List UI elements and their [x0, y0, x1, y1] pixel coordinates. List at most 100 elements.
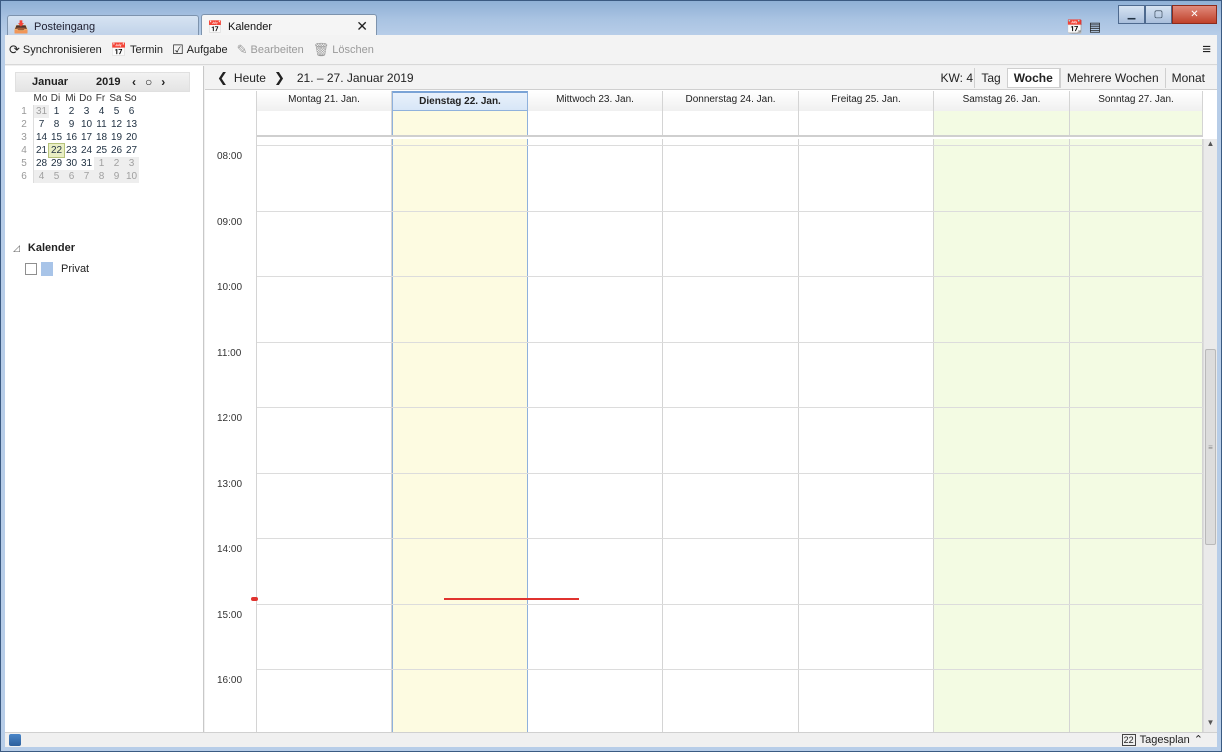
maximize-button[interactable]: ▢ — [1145, 5, 1172, 24]
today-circle-icon[interactable]: ○ — [145, 75, 152, 89]
mini-calendar-day[interactable]: 31 — [34, 105, 49, 118]
mini-calendar-day[interactable]: 16 — [64, 131, 79, 144]
day-header[interactable]: Montag 21. Jan. — [257, 91, 392, 111]
day-column[interactable] — [1070, 139, 1203, 732]
all-day-cell[interactable] — [663, 111, 799, 135]
today-pane-toggle[interactable]: 22 Tagesplan ⌃ — [1121, 733, 1203, 746]
mini-calendar-day[interactable]: 27 — [124, 144, 139, 157]
mini-calendar-day[interactable]: 8 — [49, 118, 64, 131]
mini-calendar-day[interactable]: 15 — [49, 131, 64, 144]
mini-calendar-day[interactable]: 1 — [49, 105, 64, 118]
calendar-checkbox[interactable] — [25, 263, 37, 275]
vertical-scrollbar[interactable]: ▲ ≡ ▼ — [1203, 139, 1217, 732]
mini-calendar-day[interactable]: 6 — [64, 170, 79, 183]
mini-calendar-day[interactable]: 9 — [109, 170, 124, 183]
next-week-icon[interactable]: ❯ — [274, 70, 285, 86]
scroll-thumb[interactable]: ≡ — [1205, 349, 1216, 545]
mini-calendar-day[interactable]: 29 — [49, 157, 64, 170]
mini-calendar-day[interactable]: 25 — [94, 144, 109, 157]
hamburger-menu-icon[interactable]: ≡ — [1202, 41, 1211, 58]
mini-calendar-day[interactable]: 24 — [79, 144, 94, 157]
scroll-up-icon[interactable]: ▲ — [1204, 139, 1217, 153]
day-column[interactable] — [934, 139, 1070, 732]
mini-calendar-day[interactable]: 5 — [49, 170, 64, 183]
mini-calendar-day[interactable]: 4 — [34, 170, 49, 183]
day-header[interactable]: Dienstag 22. Jan. — [392, 91, 528, 111]
mini-calendar-year[interactable]: 2019 — [96, 76, 126, 88]
edit-button[interactable]: ✎ Bearbeiten — [237, 42, 304, 58]
mini-calendar-day[interactable]: 30 — [64, 157, 79, 170]
all-day-cell[interactable] — [257, 111, 392, 135]
mini-calendar-day[interactable]: 5 — [109, 105, 124, 118]
close-window-button[interactable]: ✕ — [1172, 5, 1217, 24]
mini-calendar-day[interactable]: 9 — [64, 118, 79, 131]
mini-calendar-month[interactable]: Januar — [32, 76, 96, 88]
calendar-list-header[interactable]: ◿ Kalender — [13, 242, 89, 254]
mini-calendar-day[interactable]: 1 — [94, 157, 109, 170]
mini-calendar-day[interactable]: 23 — [64, 144, 79, 157]
day-column[interactable] — [257, 139, 392, 732]
mini-calendar-day[interactable]: 12 — [109, 118, 124, 131]
mini-calendar-day[interactable]: 10 — [79, 118, 94, 131]
all-day-cell[interactable] — [392, 111, 528, 135]
mini-calendar-day[interactable]: 21 — [34, 144, 49, 157]
view-day-button[interactable]: Tag — [974, 68, 1007, 88]
day-column[interactable] — [799, 139, 934, 732]
chevron-left-icon[interactable]: ‹ — [132, 75, 136, 89]
connection-status-icon[interactable] — [9, 734, 21, 746]
mini-calendar-day[interactable]: 31 — [79, 157, 94, 170]
calendar-item-privat[interactable]: Privat — [25, 262, 89, 276]
mini-calendar-day[interactable]: 13 — [124, 118, 139, 131]
day-column[interactable] — [663, 139, 799, 732]
mini-calendar-day[interactable]: 17 — [79, 131, 94, 144]
all-day-cell[interactable] — [934, 111, 1070, 135]
mini-calendar-day[interactable]: 10 — [124, 170, 139, 183]
mini-calendar-day[interactable]: 18 — [94, 131, 109, 144]
mini-calendar-day[interactable]: 2 — [109, 157, 124, 170]
minimize-button[interactable]: ▁ — [1118, 5, 1145, 24]
tab-inbox[interactable]: 📥 Posteingang — [7, 15, 199, 37]
sync-button[interactable]: ⟳ Synchronisieren — [9, 42, 102, 58]
mini-calendar-day[interactable]: 4 — [94, 105, 109, 118]
all-day-cell[interactable] — [1070, 111, 1203, 135]
window-controls: ▁ ▢ ✕ — [1118, 5, 1217, 24]
day-header[interactable]: Mittwoch 23. Jan. — [528, 91, 663, 111]
calendar-icon: 📅 — [207, 19, 223, 34]
day-header[interactable]: Samstag 26. Jan. — [934, 91, 1070, 111]
mini-calendar-day[interactable]: 7 — [79, 170, 94, 183]
mini-calendar-day[interactable]: 26 — [109, 144, 124, 157]
day-column[interactable] — [528, 139, 663, 732]
mini-calendar-day[interactable]: 22 — [48, 143, 65, 158]
mini-calendar-day[interactable]: 3 — [124, 157, 139, 170]
day-header[interactable]: Freitag 25. Jan. — [799, 91, 934, 111]
scroll-down-icon[interactable]: ▼ — [1204, 718, 1217, 732]
day-header[interactable]: Donnerstag 24. Jan. — [663, 91, 799, 111]
view-week-button[interactable]: Woche — [1006, 68, 1060, 88]
day-header[interactable]: Sonntag 27. Jan. — [1070, 91, 1203, 111]
today-button[interactable]: Heute — [234, 71, 266, 85]
mini-calendar-day[interactable]: 3 — [79, 105, 94, 118]
mini-calendar-day[interactable]: 8 — [94, 170, 109, 183]
collapse-triangle-icon[interactable]: ◿ — [13, 243, 20, 254]
tasks-mode-icon[interactable]: ▤ — [1089, 19, 1101, 35]
chevron-right-icon[interactable]: › — [161, 75, 165, 89]
new-task-button[interactable]: ☑ Aufgabe — [172, 42, 228, 58]
all-day-cell[interactable] — [799, 111, 934, 135]
delete-button[interactable]: 🗑 Löschen — [313, 42, 374, 58]
mini-calendar-day[interactable]: 20 — [124, 131, 139, 144]
mini-calendar-day[interactable]: 28 — [34, 157, 49, 170]
mini-calendar-day[interactable]: 2 — [64, 105, 79, 118]
mini-calendar-day[interactable]: 6 — [124, 105, 139, 118]
mini-calendar-day[interactable]: 19 — [109, 131, 124, 144]
previous-week-icon[interactable]: ❮ — [217, 70, 228, 86]
all-day-cell[interactable] — [528, 111, 663, 135]
day-column[interactable] — [392, 139, 528, 732]
mini-calendar-day[interactable]: 7 — [34, 118, 49, 131]
new-event-button[interactable]: 📅 Termin — [111, 42, 163, 58]
view-multiweek-button[interactable]: Mehrere Wochen — [1059, 68, 1165, 88]
view-month-button[interactable]: Monat — [1164, 68, 1211, 88]
close-tab-icon[interactable]: ✕ — [356, 18, 368, 35]
calendar-mode-icon[interactable]: 📆 — [1067, 19, 1083, 35]
mini-calendar-day[interactable]: 11 — [94, 118, 109, 131]
mini-calendar-day[interactable]: 14 — [34, 131, 49, 144]
